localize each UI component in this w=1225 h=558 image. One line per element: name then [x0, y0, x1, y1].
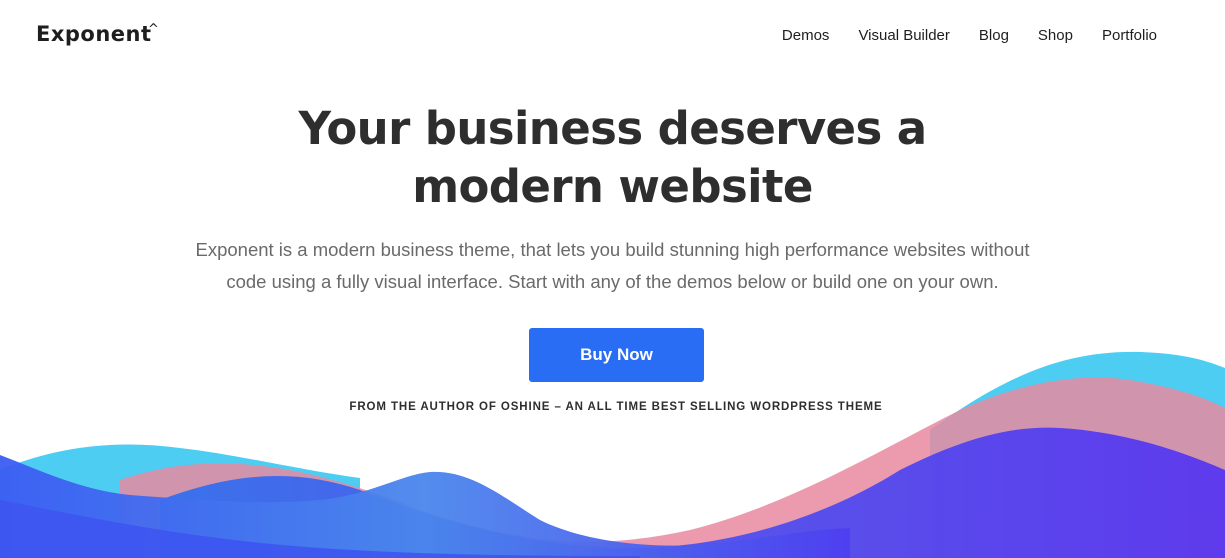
hero-subtitle: Exponent is a modern business theme, tha… — [0, 234, 1225, 298]
hero-subtitle-line-1: Exponent is a modern business theme, tha… — [195, 239, 1030, 260]
hero-title-line-2: modern website — [412, 160, 813, 213]
buy-now-button[interactable]: Buy Now — [529, 328, 704, 382]
hero-title-line-1: Your business deserves a — [298, 102, 927, 155]
logo-caret-icon: ^ — [148, 22, 159, 37]
main-nav: Demos Visual Builder Blog Shop Portfolio — [753, 27, 1157, 44]
logo[interactable]: Exponent — [36, 22, 152, 46]
hero-title: Your business deserves a modern website — [0, 100, 1225, 216]
nav-item-blog[interactable]: Blog — [979, 27, 1009, 44]
hero-subtitle-line-2: code using a fully visual interface. Sta… — [226, 271, 999, 292]
nav-item-shop[interactable]: Shop — [1038, 27, 1073, 44]
nav-item-visual-builder[interactable]: Visual Builder — [858, 27, 949, 44]
nav-item-demos[interactable]: Demos — [782, 27, 830, 44]
hero-tagline: FROM THE AUTHOR OF OSHINE – AN ALL TIME … — [349, 401, 883, 413]
nav-item-portfolio[interactable]: Portfolio — [1102, 27, 1157, 44]
